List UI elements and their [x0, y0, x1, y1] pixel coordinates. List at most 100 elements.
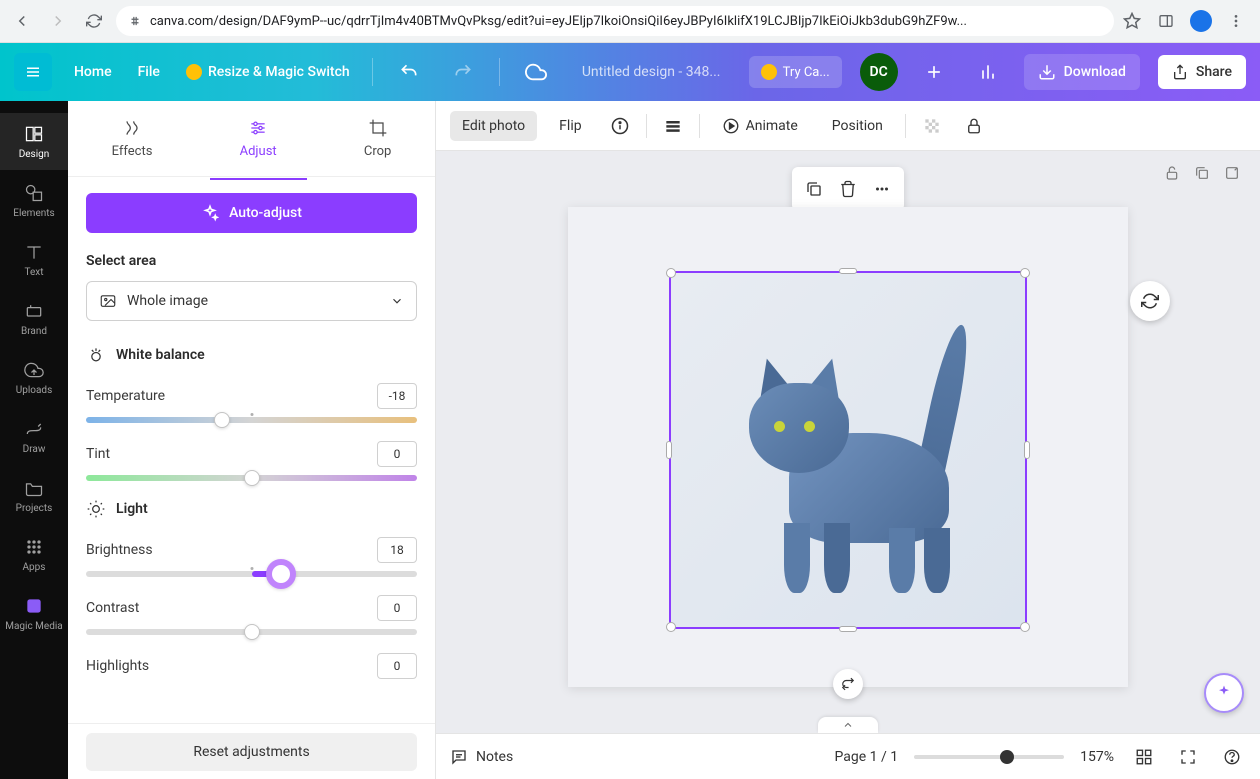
left-navigation-rail: Design Elements Text Brand Uploads Draw …	[0, 101, 68, 779]
resize-handle-tl[interactable]	[666, 268, 676, 278]
zoom-value[interactable]: 157%	[1080, 749, 1114, 765]
browser-url-bar[interactable]: canva.com/design/DAF9ymP--uc/qdrrTjIm4v4…	[116, 6, 1114, 36]
zoom-thumb[interactable]	[1000, 750, 1014, 764]
rail-brand[interactable]: Brand	[0, 290, 68, 347]
reset-adjustments-button[interactable]: Reset adjustments	[86, 733, 417, 771]
temperature-thumb[interactable]	[214, 412, 230, 428]
app-top-bar: Home File Resize & Magic Switch Untitled…	[0, 43, 1260, 101]
tint-value-input[interactable]: 0	[377, 441, 417, 467]
auto-adjust-button[interactable]: Auto-adjust	[86, 193, 417, 233]
share-button[interactable]: Share	[1158, 55, 1246, 89]
temperature-track[interactable]	[86, 417, 417, 423]
lock-icon[interactable]	[958, 110, 990, 142]
notes-button[interactable]: Notes	[450, 748, 513, 766]
temperature-value-input[interactable]: -18	[377, 383, 417, 409]
tint-slider: Tint 0	[86, 441, 417, 481]
tab-crop[interactable]: Crop	[334, 110, 421, 167]
separator	[646, 114, 647, 138]
browser-reload-button[interactable]	[80, 7, 108, 35]
rail-draw[interactable]: Draw	[0, 408, 68, 465]
resize-handle-bl[interactable]	[666, 622, 676, 632]
design-icon	[23, 123, 45, 145]
tint-track[interactable]	[86, 475, 417, 481]
rail-elements[interactable]: Elements	[0, 172, 68, 229]
contrast-track[interactable]	[86, 629, 417, 635]
tab-effects[interactable]: Effects	[82, 110, 183, 167]
panel-scroll-body[interactable]: Auto-adjust Select area Whole image Whit…	[68, 177, 435, 723]
copy-icon[interactable]	[798, 173, 830, 205]
download-button[interactable]: Download	[1024, 54, 1140, 90]
try-canva-button[interactable]: Try Ca...	[749, 56, 842, 88]
help-icon[interactable]	[1218, 743, 1246, 771]
resize-handle-r[interactable]	[1024, 441, 1030, 459]
lock-page-icon[interactable]	[1164, 165, 1180, 181]
bookmark-icon[interactable]	[1122, 11, 1142, 31]
select-area-dropdown[interactable]: Whole image	[86, 281, 417, 321]
animate-label: Animate	[746, 118, 798, 134]
animate-button[interactable]: Animate	[710, 110, 810, 142]
panel-icon[interactable]	[1156, 11, 1176, 31]
file-menu[interactable]: File	[134, 58, 164, 86]
resize-handle-l[interactable]	[666, 441, 672, 459]
resize-handle-b[interactable]	[839, 626, 857, 632]
magic-media-icon	[23, 595, 45, 617]
edit-photo-button[interactable]: Edit photo	[450, 111, 537, 141]
more-icon[interactable]	[866, 173, 898, 205]
browser-menu-icon[interactable]	[1226, 11, 1246, 31]
rail-projects[interactable]: Projects	[0, 467, 68, 524]
canva-assistant-button[interactable]	[1204, 673, 1244, 713]
resize-handle-br[interactable]	[1020, 622, 1030, 632]
undo-button[interactable]	[391, 54, 427, 90]
redo-button[interactable]	[445, 54, 481, 90]
zoom-slider[interactable]	[914, 755, 1064, 759]
selected-image[interactable]	[669, 271, 1027, 629]
brightness-value-input[interactable]: 18	[377, 537, 417, 563]
separator	[905, 114, 906, 138]
canvas-stage[interactable]	[436, 151, 1260, 733]
duplicate-page-icon[interactable]	[1194, 165, 1210, 181]
highlights-value-input[interactable]: 0	[377, 653, 417, 679]
delete-icon[interactable]	[832, 173, 864, 205]
browser-back-button[interactable]	[8, 7, 36, 35]
browser-forward-button[interactable]	[44, 7, 72, 35]
rail-text[interactable]: Text	[0, 231, 68, 288]
add-collaborator-button[interactable]	[916, 54, 952, 90]
resize-handle-t[interactable]	[839, 268, 857, 274]
tab-adjust[interactable]: Adjust	[210, 110, 307, 180]
resize-magic-switch-button[interactable]: Resize & Magic Switch	[182, 58, 354, 86]
add-page-icon[interactable]	[1224, 165, 1240, 181]
flip-button[interactable]: Flip	[547, 111, 593, 141]
main-menu-button[interactable]	[14, 53, 52, 91]
rail-magic-media[interactable]: Magic Media	[0, 585, 68, 642]
grid-view-icon[interactable]	[1130, 743, 1158, 771]
regenerate-button[interactable]	[1130, 281, 1170, 321]
url-text: canva.com/design/DAF9ymP--uc/qdrrTjIm4v4…	[150, 14, 967, 29]
lines-icon[interactable]	[657, 110, 689, 142]
center-tick	[250, 413, 253, 416]
resize-handle-tr[interactable]	[1020, 268, 1030, 278]
sync-button[interactable]	[833, 669, 863, 699]
position-button[interactable]: Position	[820, 111, 895, 141]
divider	[372, 58, 373, 86]
analytics-button[interactable]	[970, 54, 1006, 90]
brightness-thumb[interactable]	[266, 559, 296, 589]
browser-profile-icon[interactable]	[1190, 10, 1212, 32]
home-link[interactable]: Home	[70, 58, 116, 86]
rail-label: Projects	[16, 503, 53, 514]
text-icon	[23, 241, 45, 263]
contrast-thumb[interactable]	[244, 624, 260, 640]
page-thumbnails-toggle[interactable]	[818, 717, 878, 733]
rail-design[interactable]: Design	[0, 113, 68, 170]
transparency-icon[interactable]	[916, 110, 948, 142]
user-avatar[interactable]: DC	[860, 53, 898, 91]
rail-apps[interactable]: Apps	[0, 526, 68, 583]
brightness-track[interactable]	[86, 571, 417, 577]
rail-label: Brand	[21, 326, 47, 337]
info-icon[interactable]	[604, 110, 636, 142]
rail-uploads[interactable]: Uploads	[0, 349, 68, 406]
contrast-value-input[interactable]: 0	[377, 595, 417, 621]
cloud-sync-icon[interactable]	[518, 54, 554, 90]
tint-thumb[interactable]	[244, 470, 260, 486]
document-title[interactable]: Untitled design - 348...	[572, 64, 731, 80]
fullscreen-icon[interactable]	[1174, 743, 1202, 771]
